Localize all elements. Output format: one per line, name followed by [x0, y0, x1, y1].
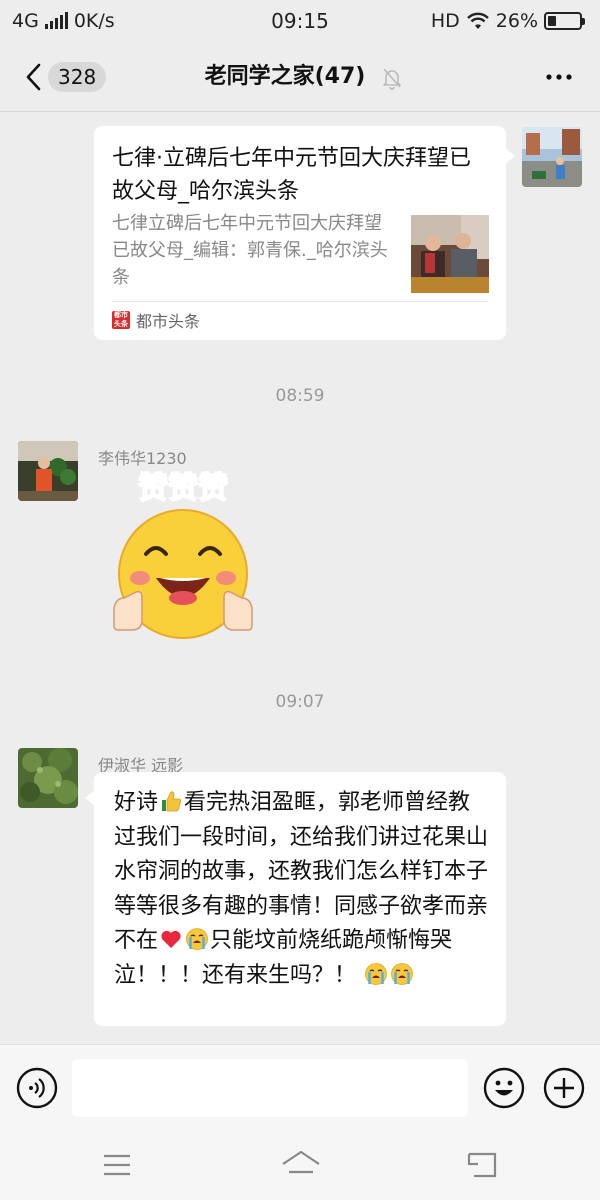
- sender-name: 李伟华1230: [98, 449, 187, 468]
- home-icon[interactable]: [280, 1148, 322, 1182]
- red-heart-emoji-icon: [161, 930, 181, 948]
- article-source: 都市头条 都市头条: [112, 309, 200, 331]
- source-logo-icon: 都市头条: [112, 311, 130, 329]
- article-thumbnail: [411, 215, 489, 293]
- battery-icon: [544, 12, 585, 30]
- battery-fill: [548, 16, 556, 26]
- sticker-caption: 赞赞赞: [138, 471, 228, 506]
- avatar-photo: [522, 127, 582, 187]
- avatar-photo: [18, 748, 78, 808]
- mute-icon: [383, 68, 401, 90]
- battery-percent: 26%: [495, 10, 538, 32]
- loudly-crying-emoji-icon: [391, 962, 413, 985]
- plus-icon[interactable]: [543, 1067, 585, 1109]
- loudly-crying-emoji-icon: [365, 962, 387, 985]
- chat-header: 328 老同学之家(47): [0, 42, 600, 112]
- more-icon[interactable]: [544, 66, 574, 88]
- my-avatar[interactable]: [522, 127, 582, 187]
- network-speed: 0K/s: [73, 10, 115, 32]
- sender-avatar[interactable]: [18, 441, 78, 501]
- sender-avatar[interactable]: [18, 748, 78, 808]
- thumbs-up-smiley-sticker[interactable]: 赞赞赞: [98, 470, 268, 650]
- chat-title: 老同学之家(47): [204, 64, 366, 89]
- text-message-bubble[interactable]: 好诗 看完热泪盈眶，郭老师曾经教过我们一段时间，还给我们讲过花果山水帘洞的故事，还…: [85, 772, 506, 1026]
- network-type: 4G: [12, 10, 39, 32]
- article-description: 七律立碑后七年中元节回大庆拜望已故父母_编辑：郭青保._哈尔滨头条: [112, 213, 388, 288]
- status-bar: 4G 0K/s 09:15 HD 26%: [0, 0, 600, 42]
- timestamp: 08:59: [275, 386, 325, 406]
- signal-icon: [44, 12, 68, 29]
- timestamp: 09:07: [275, 692, 325, 712]
- menu-icon[interactable]: [102, 1150, 132, 1180]
- source-name: 都市头条: [136, 312, 201, 331]
- system-navigation-bar: [0, 1130, 600, 1200]
- emoji-icon[interactable]: [483, 1067, 525, 1109]
- message-input[interactable]: [72, 1059, 468, 1117]
- thumbs-up-emoji-icon: [162, 791, 182, 812]
- system-back-icon[interactable]: [466, 1150, 498, 1180]
- status-right: HD 26%: [430, 10, 585, 32]
- status-left: 4G 0K/s: [12, 10, 115, 32]
- avatar-photo: [18, 441, 78, 501]
- message-input-bar: [0, 1044, 600, 1130]
- card-divider: [112, 301, 488, 302]
- loudly-crying-emoji-icon: [186, 928, 208, 950]
- voice-icon[interactable]: [16, 1067, 58, 1109]
- message-text: 好诗: [114, 790, 159, 815]
- article-title: 七律·立碑后七年中元节回大庆拜望已故父母_哈尔滨头条: [112, 146, 471, 204]
- hd-indicator: HD: [430, 10, 460, 32]
- wifi-icon: [466, 12, 489, 29]
